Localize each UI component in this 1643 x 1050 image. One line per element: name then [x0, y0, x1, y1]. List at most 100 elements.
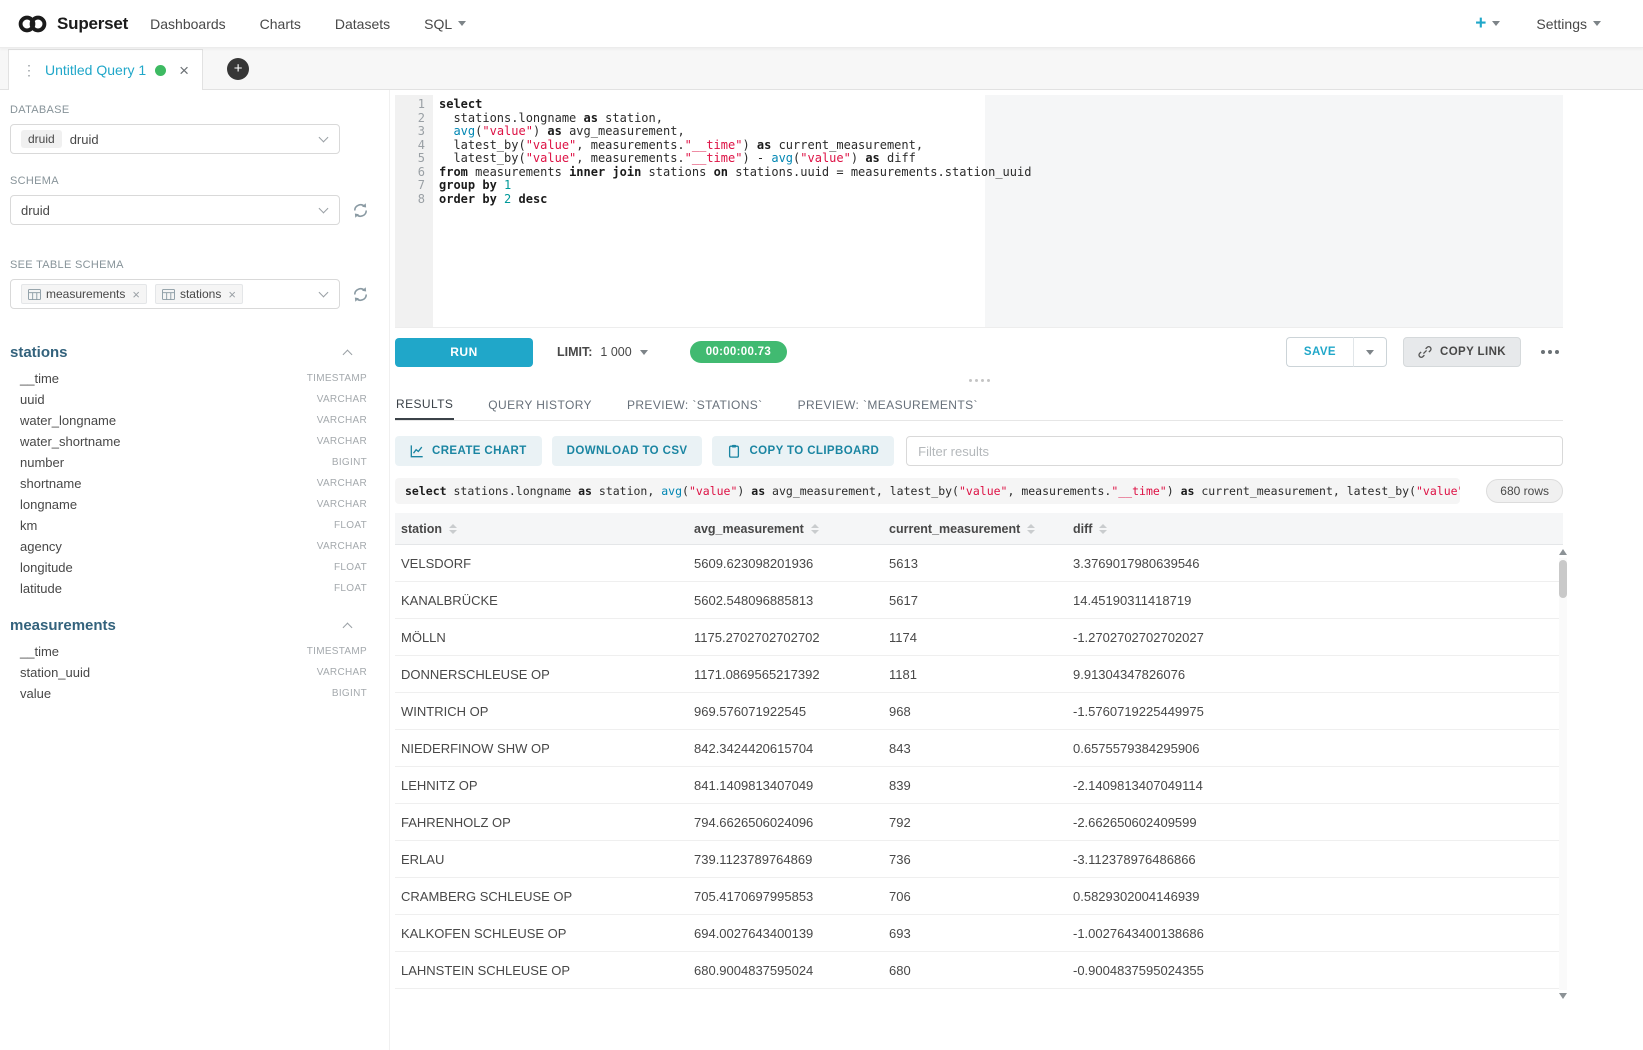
table-cell: 0.5829302004146939	[1067, 889, 1563, 904]
column-name: shortname	[20, 476, 81, 491]
column-name: __time	[20, 371, 59, 386]
results-tab-2[interactable]: PREVIEW: `STATIONS`	[626, 389, 764, 420]
sort-icon[interactable]	[1099, 524, 1107, 534]
results-tab-0[interactable]: RESULTS	[395, 389, 454, 420]
schema-table-header-measurements[interactable]: measurements	[10, 612, 379, 641]
schema-table-header-stations[interactable]: stations	[10, 339, 379, 368]
brand[interactable]: Superset	[16, 14, 128, 34]
database-label: DATABASE	[10, 104, 379, 116]
table-cell: KALKOFEN SCHLEUSE OP	[395, 926, 688, 941]
copy-to-clipboard-button[interactable]: COPY TO CLIPBOARD	[712, 436, 894, 466]
query-tab-untitled-query-1[interactable]: ⋮ Untitled Query 1 ×	[8, 49, 203, 90]
editor-line-numbers: 12345678	[395, 95, 433, 327]
column-name: agency	[20, 539, 62, 554]
chevron-up-icon[interactable]	[343, 622, 353, 632]
table-name: measurements	[10, 617, 116, 634]
column-row: longitudeFLOAT	[10, 557, 379, 578]
table-cell: 9.91304347826076	[1067, 667, 1563, 682]
column-type: FLOAT	[334, 562, 367, 573]
limit-dropdown[interactable]: LIMIT: 1 000	[557, 345, 648, 359]
schema-table-stations: stations__timeTIMESTAMPuuidVARCHARwater_…	[10, 339, 379, 599]
table-cell: -2.1409813407049114	[1067, 778, 1563, 793]
table-cell: 842.3424420615704	[688, 741, 883, 756]
create-chart-button[interactable]: CREATE CHART	[395, 436, 542, 466]
chevron-up-icon[interactable]	[343, 349, 353, 359]
table-row: NIEDERFINOW SHW OP842.34244206157048430.…	[395, 730, 1563, 767]
column-type: FLOAT	[334, 520, 367, 531]
column-row: water_longnameVARCHAR	[10, 410, 379, 431]
table-cell: 693	[883, 926, 1067, 941]
scrollbar-thumb[interactable]	[1559, 560, 1567, 598]
table-multiselect[interactable]: measurements × stations ×	[10, 279, 340, 309]
table-cell: LEHNITZ OP	[395, 778, 688, 793]
column-header-avg_measurement[interactable]: avg_measurement	[688, 522, 883, 536]
scroll-up-icon[interactable]	[1559, 549, 1567, 555]
sort-icon[interactable]	[1027, 524, 1035, 534]
sql-editor[interactable]: 12345678 select stations.longname as sta…	[395, 95, 1563, 328]
column-header-station[interactable]: station	[395, 522, 688, 536]
table-cell: 0.6575579384295906	[1067, 741, 1563, 756]
download-csv-button[interactable]: DOWNLOAD TO CSV	[552, 436, 703, 466]
results-scrollbar[interactable]	[1557, 549, 1569, 999]
column-type: VARCHAR	[317, 436, 367, 447]
column-header-current_measurement[interactable]: current_measurement	[883, 522, 1067, 536]
clipboard-icon	[727, 444, 741, 458]
new-item-dropdown[interactable]: +	[1475, 14, 1500, 33]
database-select[interactable]: druid druid	[10, 124, 340, 154]
sort-icon[interactable]	[811, 524, 819, 534]
scroll-down-icon[interactable]	[1559, 993, 1567, 999]
schema-select[interactable]: druid	[10, 195, 340, 225]
save-dropdown-button[interactable]	[1354, 337, 1387, 367]
column-row: water_shortname VARCHAR	[10, 431, 379, 452]
table-row: CRAMBERG SCHLEUSE OP705.4170697995853706…	[395, 878, 1563, 915]
refresh-tables-icon[interactable]	[352, 286, 369, 303]
table-cell: 1174	[883, 630, 1067, 645]
run-button[interactable]: RUN	[395, 338, 533, 367]
table-icon	[162, 289, 175, 300]
column-name: water_shortname	[20, 434, 120, 449]
table-row: ERLAU739.1123789764869736-3.112378976486…	[395, 841, 1563, 878]
column-type: BIGINT	[332, 457, 367, 468]
nav-right: + Settings	[1475, 14, 1601, 33]
code-line: latest_by("value", measurements."__time"…	[439, 152, 1563, 166]
results-tab-3[interactable]: PREVIEW: `MEASUREMENTS`	[797, 389, 979, 420]
column-type: TIMESTAMP	[307, 646, 367, 657]
tab-drag-icon[interactable]: ⋮	[22, 62, 36, 79]
save-split-button: SAVE	[1286, 337, 1387, 367]
remove-tag-icon[interactable]: ×	[228, 288, 236, 301]
resize-grip-icon[interactable]	[969, 379, 990, 382]
save-button[interactable]: SAVE	[1286, 337, 1354, 367]
query-tab-label: Untitled Query 1	[45, 62, 146, 78]
nav-charts[interactable]: Charts	[260, 16, 301, 32]
editor-code[interactable]: select stations.longname as station, avg…	[433, 95, 1563, 327]
tag-label: stations	[180, 287, 221, 301]
remove-tag-icon[interactable]: ×	[132, 288, 140, 301]
table-icon	[28, 289, 41, 300]
more-options-button[interactable]	[1537, 346, 1563, 358]
table-cell: KANALBRÜCKE	[395, 593, 688, 608]
settings-dropdown[interactable]: Settings	[1536, 16, 1601, 32]
superset-logo-icon	[16, 14, 49, 34]
nav-sql-menu[interactable]: SQL	[424, 16, 466, 32]
scrollbar-track[interactable]	[1559, 558, 1567, 990]
table-cell: NIEDERFINOW SHW OP	[395, 741, 688, 756]
nav-datasets[interactable]: Datasets	[335, 16, 390, 32]
filter-results-input[interactable]	[906, 436, 1563, 466]
column-row: station_uuidVARCHAR	[10, 662, 379, 683]
nav-dashboards[interactable]: Dashboards	[150, 16, 226, 32]
copy-link-button[interactable]: COPY LINK	[1403, 337, 1521, 367]
chevron-down-icon	[1492, 21, 1500, 26]
schema-browser: stations__timeTIMESTAMPuuidVARCHARwater_…	[10, 339, 379, 704]
refresh-schema-icon[interactable]	[352, 202, 369, 219]
table-cell: -0.9004837595024355	[1067, 963, 1563, 978]
column-row: __timeTIMESTAMP	[10, 641, 379, 662]
results-tab-1[interactable]: QUERY HISTORY	[487, 389, 593, 420]
code-line: group by 1	[439, 179, 1563, 193]
column-header-diff[interactable]: diff	[1067, 522, 1563, 536]
sort-icon[interactable]	[449, 524, 457, 534]
database-backend-badge: druid	[21, 130, 62, 148]
column-type: BIGINT	[332, 688, 367, 699]
add-tab-button[interactable]: +	[227, 58, 249, 80]
code-line: select	[439, 98, 1563, 112]
tab-close-icon[interactable]: ×	[179, 62, 189, 79]
